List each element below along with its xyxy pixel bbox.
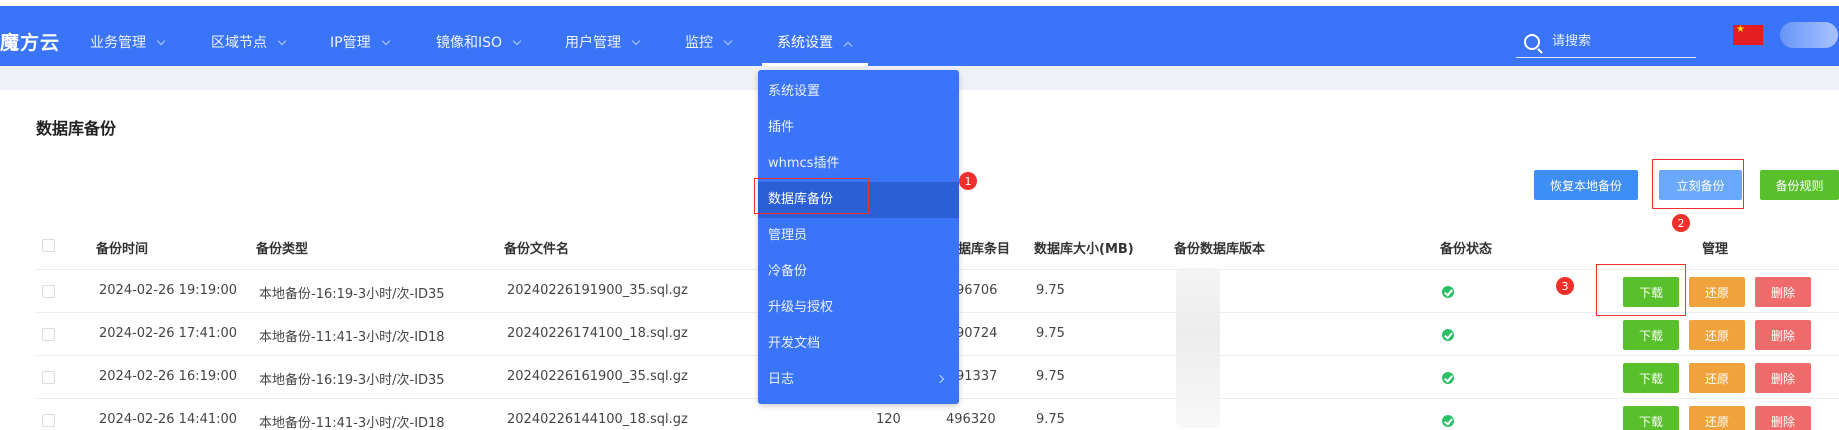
nav-item-ip[interactable]: IP管理 [330,32,390,52]
nav-item-monitor[interactable]: 监控 [685,32,733,52]
db-size: 9.75 [1036,369,1065,384]
annotation-badge: 2 [1672,214,1690,232]
download-button[interactable]: 下载 [1623,363,1679,393]
chevron-down-icon [381,36,390,46]
nav-item-label: IP管理 [330,35,371,51]
backup-type: 本地备份-16:19-3小时/次-ID35 [259,373,445,388]
nav-item-label: 监控 [685,35,713,51]
restore-local-backup-button[interactable]: 恢复本地备份 [1534,170,1638,200]
restore-button[interactable]: 还原 [1689,406,1745,430]
nav-item-label: 镜像和ISO [436,35,503,51]
success-check-icon [1442,286,1454,298]
menu-item-administrators[interactable]: 管理员 [758,218,959,254]
delete-button[interactable]: 删除 [1755,363,1811,393]
entry-count: 96706 [956,283,998,298]
table-count: 120 [876,412,901,427]
column-header-file: 备份文件名 [504,242,570,257]
annotation-badge: 1 [959,172,977,190]
search-box[interactable] [1516,28,1696,58]
user-avatar[interactable] [1780,22,1838,48]
menu-item-plugins[interactable]: 插件 [758,110,959,146]
chevron-down-icon [723,36,733,46]
chevron-right-icon [935,374,945,384]
backup-file-name: 20240226161900_35.sql.gz [507,369,688,384]
annotation-box-backup-now [1652,159,1744,209]
column-header-type: 备份类型 [256,242,309,257]
menu-item-dev-docs[interactable]: 开发文档 [758,326,959,362]
annotation-box-download [1596,264,1686,316]
nav-item-images-iso[interactable]: 镜像和ISO [436,32,522,52]
download-button[interactable]: 下载 [1623,320,1679,350]
success-check-icon [1442,329,1454,341]
menu-item-whmcs-plugin[interactable]: whmcs插件 [758,146,959,182]
backup-type: 本地备份-11:41-3小时/次-ID18 [259,330,445,345]
db-size: 9.75 [1036,326,1065,341]
delete-button[interactable]: 删除 [1755,406,1811,430]
search-input[interactable] [1552,31,1692,51]
delete-button[interactable]: 删除 [1755,277,1811,307]
entry-count: 90724 [956,326,998,341]
column-header-status: 备份状态 [1440,242,1493,257]
nav-item-system-settings[interactable]: 系统设置 [777,32,853,52]
redacted-version-area [1176,268,1220,428]
backup-file-name: 20240226144100_18.sql.gz [507,412,688,427]
backup-file-name: 20240226174100_18.sql.gz [507,326,688,341]
chevron-down-icon [512,36,522,46]
row-checkbox[interactable] [42,414,55,427]
delete-button[interactable]: 删除 [1755,320,1811,350]
menu-item-cold-backup[interactable]: 冷备份 [758,254,959,290]
chevron-down-icon [277,36,287,46]
nav-item-label: 用户管理 [565,35,621,51]
backup-time: 2024-02-26 14:41:00 [99,412,238,427]
column-header-size: 数据库大小(MB) [1034,242,1134,257]
column-header-manage: 管理 [1702,242,1729,257]
db-size: 9.75 [1036,412,1065,427]
backup-time: 2024-02-26 16:19:00 [99,369,238,384]
backup-type: 本地备份-16:19-3小时/次-ID35 [259,287,445,302]
download-button[interactable]: 下载 [1623,406,1679,430]
menu-item-label: 日志 [768,372,795,387]
nav-item-label: 区域节点 [211,35,267,51]
backup-time: 2024-02-26 19:19:00 [99,283,238,298]
search-icon [1524,34,1540,50]
success-check-icon [1442,372,1454,384]
backup-type: 本地备份-11:41-3小时/次-ID18 [259,416,445,430]
backup-time: 2024-02-26 17:41:00 [99,326,238,341]
nav-item-business[interactable]: 业务管理 [90,32,166,52]
menu-item-upgrade-license[interactable]: 升级与授权 [758,290,959,326]
backup-rule-button[interactable]: 备份规则 [1760,170,1839,200]
annotation-badge: 3 [1556,277,1574,295]
page-title: 数据库备份 [36,119,117,138]
column-header-version: 备份数据库版本 [1174,242,1266,257]
menu-item-system-settings[interactable]: 系统设置 [758,74,959,110]
column-header-entries: 据库条目 [958,242,1011,257]
restore-button[interactable]: 还原 [1689,320,1745,350]
chevron-up-icon [843,41,853,51]
system-settings-dropdown: 系统设置 插件 whmcs插件 数据库备份 管理员 冷备份 升级与授权 开发文档… [758,70,959,404]
success-check-icon [1442,415,1454,427]
row-checkbox[interactable] [42,285,55,298]
chevron-down-icon [156,36,166,46]
column-header-time: 备份时间 [96,242,149,257]
top-navbar: 魔方云 业务管理 区域节点 IP管理 镜像和ISO 用户管理 监控 系统设置 [0,6,1839,66]
annotation-box-database-backup [754,178,869,214]
nav-item-region-nodes[interactable]: 区域节点 [211,32,287,52]
nav-item-label: 系统设置 [777,35,833,51]
restore-button[interactable]: 还原 [1689,277,1745,307]
row-checkbox[interactable] [42,371,55,384]
nav-item-label: 业务管理 [90,35,146,51]
backup-file-name: 20240226191900_35.sql.gz [507,283,688,298]
app-logo[interactable]: 魔方云 [0,28,60,55]
entry-count: 496320 [946,412,996,427]
select-all-checkbox[interactable] [42,239,55,252]
chevron-down-icon [631,36,641,46]
entry-count: 91337 [956,369,998,384]
restore-button[interactable]: 还原 [1689,363,1745,393]
row-checkbox[interactable] [42,328,55,341]
menu-item-logs[interactable]: 日志 [758,362,959,398]
db-size: 9.75 [1036,283,1065,298]
nav-item-users[interactable]: 用户管理 [565,32,641,52]
china-flag-icon[interactable] [1733,24,1763,45]
